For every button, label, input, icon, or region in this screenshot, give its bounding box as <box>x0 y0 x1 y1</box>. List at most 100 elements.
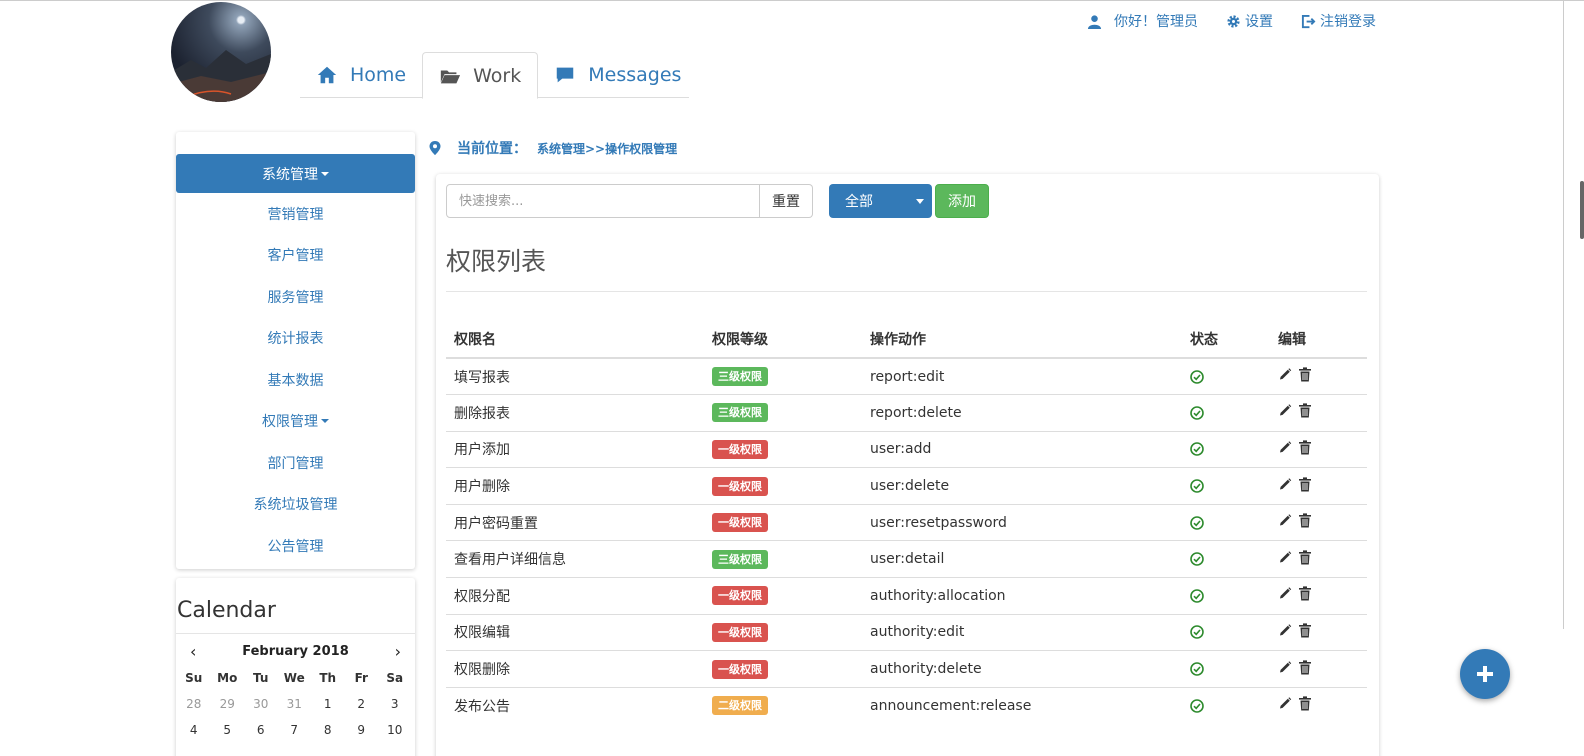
sidebar-item-basic-data[interactable]: 基本数据 <box>176 359 415 401</box>
tab-messages-label: Messages <box>588 64 682 86</box>
table-row: 权限分配 一级权限 authority:allocation <box>446 577 1367 615</box>
column-header: 权限名 <box>446 321 704 359</box>
trash-icon[interactable] <box>1298 440 1312 459</box>
tab-work[interactable]: Work <box>422 52 539 99</box>
check-circle-icon <box>1190 515 1204 531</box>
pencil-icon[interactable] <box>1278 367 1292 386</box>
status-cell <box>1182 430 1270 468</box>
calendar-day[interactable]: 1 <box>311 697 345 711</box>
sidebar-item-trash[interactable]: 系统垃圾管理 <box>176 484 415 526</box>
tab-messages[interactable]: Messages <box>538 52 697 98</box>
add-fab-button[interactable] <box>1460 649 1510 699</box>
permission-name: 用户密码重置 <box>446 503 704 541</box>
permission-name: 用户添加 <box>446 430 704 468</box>
search-input[interactable] <box>446 184 760 218</box>
breadcrumb: 当前位置： 系统管理>>操作权限管理 <box>429 138 677 158</box>
permission-level-badge: 二级权限 <box>712 696 768 716</box>
pencil-icon[interactable] <box>1278 403 1292 422</box>
trash-icon[interactable] <box>1298 623 1312 642</box>
check-circle-icon <box>1190 661 1204 677</box>
logout-link[interactable]: 注销登录 <box>1301 11 1376 31</box>
pencil-icon[interactable] <box>1278 623 1292 642</box>
permission-level-badge: 一级权限 <box>712 513 768 533</box>
calendar-dow: Fr <box>354 671 368 685</box>
tab-home[interactable]: Home <box>300 52 422 98</box>
calendar-day[interactable]: 6 <box>244 723 278 737</box>
breadcrumb-path[interactable]: 系统管理>>操作权限管理 <box>537 140 677 157</box>
calendar-prev-button[interactable]: ‹ <box>190 642 196 661</box>
tab-work-label: Work <box>473 64 522 87</box>
pencil-icon[interactable] <box>1278 550 1292 569</box>
logout-text: 注销登录 <box>1320 14 1376 30</box>
trash-icon[interactable] <box>1298 659 1312 679</box>
permission-level-cell: 一级权限 <box>704 650 862 688</box>
sidebar-item-service[interactable]: 服务管理 <box>176 276 415 318</box>
calendar-day[interactable]: 4 <box>177 723 211 737</box>
settings-text: 设置 <box>1245 14 1273 30</box>
pencil-icon[interactable] <box>1278 660 1292 679</box>
permission-name: 删除报表 <box>446 394 704 432</box>
level-filter-select[interactable]: 全部 <box>829 184 932 218</box>
calendar-day[interactable]: 7 <box>278 723 312 737</box>
trash-icon[interactable] <box>1298 403 1312 422</box>
calendar-day[interactable]: 8 <box>311 723 345 737</box>
permission-name: 权限分配 <box>446 577 704 615</box>
status-cell <box>1182 358 1270 395</box>
trash-icon[interactable] <box>1298 367 1312 386</box>
calendar-next-button[interactable]: › <box>395 642 401 661</box>
edit-cell <box>1270 613 1367 651</box>
scrollbar-thumb[interactable] <box>1580 181 1584 239</box>
settings-link[interactable]: 设置 <box>1226 11 1273 31</box>
page-title: 权限列表 <box>446 247 547 276</box>
calendar-day[interactable]: 28 <box>177 697 211 711</box>
edit-cell <box>1270 358 1367 395</box>
edit-cell <box>1270 686 1367 724</box>
trash-icon[interactable] <box>1298 513 1312 532</box>
calendar-day[interactable]: 5 <box>211 723 245 737</box>
table-row: 查看用户详细信息 三级权限 user:detail <box>446 540 1367 578</box>
calendar-month[interactable]: February 2018 <box>242 644 349 659</box>
permission-level-badge: 一级权限 <box>712 439 768 459</box>
user-icon <box>1087 14 1102 29</box>
calendar-day[interactable]: 3 <box>378 697 412 711</box>
calendar-title: Calendar <box>176 578 415 634</box>
sidebar-item-system[interactable]: 系统管理 <box>176 154 415 193</box>
permission-table: 权限名 权限等级 操作动作 状态 编辑 填写报表 三级权限 report:edit 删… <box>446 321 1367 724</box>
sidebar-item-customer[interactable]: 客户管理 <box>176 235 415 277</box>
calendar-day[interactable]: 9 <box>345 723 379 737</box>
permission-level-badge: 一级权限 <box>712 586 768 606</box>
permission-name: 权限删除 <box>446 650 704 688</box>
trash-icon[interactable] <box>1298 476 1312 496</box>
sidebar-item-department[interactable]: 部门管理 <box>176 442 415 484</box>
user-greeting[interactable]: 你好！管理员 <box>1087 11 1198 31</box>
calendar-day[interactable]: 29 <box>211 697 245 711</box>
pencil-icon[interactable] <box>1278 586 1292 605</box>
sidebar-item-permissions[interactable]: 权限管理 <box>176 401 415 443</box>
permission-level-badge: 三级权限 <box>712 367 768 387</box>
pencil-icon[interactable] <box>1278 440 1292 459</box>
plus-icon <box>1477 666 1493 682</box>
reset-button[interactable]: 重置 <box>760 184 813 218</box>
sidebar-item-label: 服务管理 <box>267 289 324 306</box>
trash-icon[interactable] <box>1298 586 1312 605</box>
sidebar-item-announcement[interactable]: 公告管理 <box>176 525 415 567</box>
sidebar-item-label: 部门管理 <box>267 455 324 472</box>
pencil-icon[interactable] <box>1278 696 1292 715</box>
level-filter-value: 全部 <box>845 194 873 210</box>
calendar-day[interactable]: 30 <box>244 697 278 711</box>
calendar-dow: Mo <box>217 671 238 685</box>
sidebar-item-marketing[interactable]: 营销管理 <box>176 193 415 235</box>
tab-home-label: Home <box>350 64 407 86</box>
calendar-day[interactable]: 10 <box>378 723 412 737</box>
pencil-icon[interactable] <box>1278 513 1292 532</box>
add-button[interactable]: 添加 <box>935 184 989 218</box>
calendar-day[interactable]: 2 <box>345 697 379 711</box>
trash-icon[interactable] <box>1298 696 1312 715</box>
edit-cell <box>1270 540 1367 578</box>
calendar-day[interactable]: 31 <box>278 697 312 711</box>
table-body: 填写报表 三级权限 report:edit 删除报表 三级权限 report:delete… <box>446 358 1367 724</box>
trash-icon[interactable] <box>1298 550 1312 569</box>
pencil-icon[interactable] <box>1278 477 1292 496</box>
edit-cell <box>1270 650 1367 688</box>
sidebar-item-reports[interactable]: 统计报表 <box>176 318 415 360</box>
